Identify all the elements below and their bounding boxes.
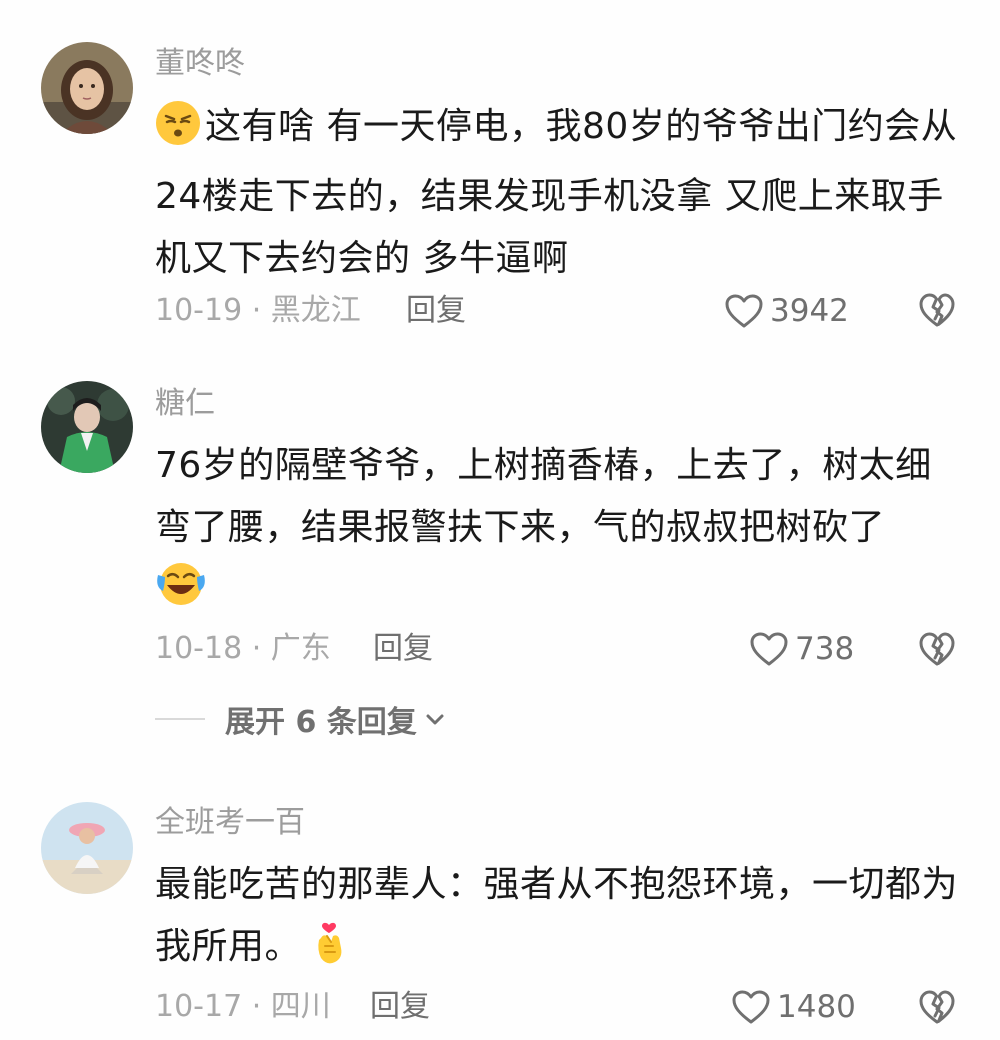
broken-heart-icon <box>919 293 955 327</box>
like-button[interactable]: 1480 <box>731 987 856 1027</box>
dislike-button[interactable] <box>918 630 956 668</box>
divider-line <box>155 718 205 720</box>
beach-hat-person-avatar-icon <box>41 802 133 894</box>
username[interactable]: 全班考一百 <box>155 803 305 843</box>
laughing-crying-emoji-icon <box>155 561 207 627</box>
comment-text-content: 76岁的隔壁爷爷，上树摘香椿，上去了，树太细弯了腰，结果报警扶下来，气的叔叔把树… <box>155 445 932 548</box>
comment-text: 76岁的隔壁爷爷，上树摘香椿，上去了，树太细弯了腰，结果报警扶下来，气的叔叔把树… <box>155 435 965 627</box>
comment-text-content: 这有啥 有一天停电，我80岁的爷爷出门约会从24楼走下去的，结果发现手机没拿 又… <box>155 106 958 279</box>
like-count: 1480 <box>777 989 856 1025</box>
comment-text-content: 最能吃苦的那辈人：强者从不抱怨环境，一切都为我所用。 <box>155 864 959 967</box>
dislike-button[interactable] <box>918 291 956 329</box>
like-count: 738 <box>795 631 855 667</box>
reply-button[interactable]: 回复 <box>370 987 430 1027</box>
like-button[interactable]: 3942 <box>724 291 849 331</box>
expand-replies-button[interactable]: 展开 6 条回复 <box>155 699 447 740</box>
avatar[interactable] <box>41 802 133 894</box>
date-location: 10-19 · 黑龙江 <box>155 293 361 328</box>
date-location: 10-18 · 广东 <box>155 631 331 666</box>
child-portrait-avatar-icon <box>41 42 133 134</box>
date-location: 10-17 · 四川 <box>155 989 331 1024</box>
dislike-button[interactable] <box>918 988 956 1026</box>
like-count: 3942 <box>770 293 849 329</box>
green-jacket-person-avatar-icon <box>41 381 133 473</box>
comment-text: 这有啥 有一天停电，我80岁的爷爷出门约会从24楼走下去的，结果发现手机没拿 又… <box>155 96 965 290</box>
reply-button[interactable]: 回复 <box>373 629 433 669</box>
avatar[interactable] <box>41 381 133 473</box>
finger-heart-emoji-icon <box>311 916 347 988</box>
smirk-emoji-icon <box>155 100 201 166</box>
heart-outline-icon <box>725 294 763 328</box>
broken-heart-icon <box>919 632 955 666</box>
chevron-down-icon <box>426 714 444 725</box>
like-button[interactable]: 738 <box>749 629 854 669</box>
heart-outline-icon <box>732 990 770 1024</box>
comment-text: 最能吃苦的那辈人：强者从不抱怨环境，一切都为我所用。 <box>155 854 965 988</box>
expand-replies-label: 展开 6 条回复 <box>225 705 417 740</box>
heart-outline-icon <box>750 632 788 666</box>
broken-heart-icon <box>919 990 955 1024</box>
username[interactable]: 董咚咚 <box>155 44 245 84</box>
reply-button[interactable]: 回复 <box>406 291 466 331</box>
avatar[interactable] <box>41 42 133 134</box>
username[interactable]: 糖仁 <box>155 384 215 424</box>
